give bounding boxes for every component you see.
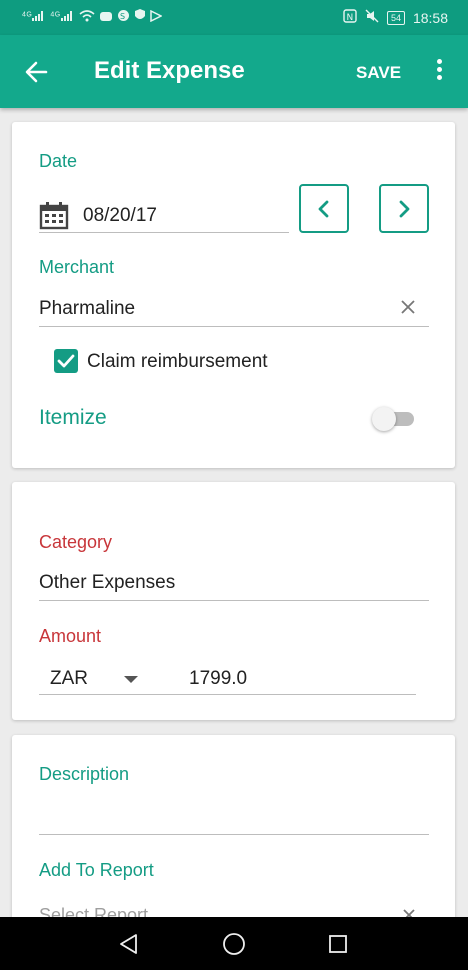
status-bar: 4G 4G S N 54 18:58 [0,0,468,35]
category-label: Category [39,532,113,552]
battery-icon: 54 [386,10,405,25]
recents-square-icon[interactable] [328,934,348,954]
calendar-icon[interactable] [39,202,69,230]
next-date-button[interactable] [379,184,429,233]
signal-icon: 4G [22,10,46,24]
save-button[interactable]: SAVE [356,63,401,83]
claim-reimbursement-label: Claim reimbursement [87,351,268,372]
dropdown-arrow-icon [124,676,138,683]
chevron-left-icon [318,200,329,218]
category-field[interactable]: Other Expenses [39,572,175,594]
wifi-icon [79,9,95,25]
add-to-report-label: Add To Report [39,860,154,880]
description-card: Description Add To Report Select Report [12,735,455,935]
play-store-icon [149,9,163,25]
claim-reimbursement-checkbox[interactable] [54,349,78,373]
description-label: Description [39,764,130,784]
mute-icon [365,9,379,26]
clock: 18:58 [412,9,448,26]
date-field[interactable]: 08/20/17 [83,205,157,227]
amount-card: Category Other Expenses Amount ZAR 1799.… [12,482,455,720]
currency-value: ZAR [50,668,88,689]
status-icons-left: 4G 4G S [22,9,163,25]
signal-label: 4G [50,11,61,19]
system-navigation-bar [0,917,468,970]
more-options-icon[interactable] [428,57,450,85]
checkmark-icon [57,354,75,368]
itemize-toggle[interactable] [372,406,416,432]
signal-label: 4G [22,11,33,19]
signal-icon: 4G [50,10,74,24]
toggle-thumb [372,407,396,431]
back-arrow-icon[interactable] [22,57,52,87]
nfc-icon: N [343,9,357,26]
back-triangle-icon[interactable] [118,933,140,955]
currency-dropdown[interactable]: ZAR [50,668,150,694]
itemize-label: Itemize [39,406,107,429]
merchant-input[interactable]: Pharmaline [39,298,135,320]
status-icons-right: N 54 18:58 [343,9,448,26]
app-notification-icon: S [117,9,130,25]
date-label: Date [39,151,78,171]
clear-merchant-icon[interactable] [400,299,416,315]
category-underline [39,600,429,601]
merchant-underline [39,326,429,327]
svg-text:N: N [346,13,353,23]
home-circle-icon[interactable] [222,932,246,956]
date-underline [39,232,289,233]
app-bar: Edit Expense SAVE [0,35,468,108]
amount-input[interactable]: 1799.0 [189,668,247,690]
svg-text:S: S [120,12,126,21]
shield-icon [134,9,146,25]
previous-date-button[interactable] [299,184,349,233]
amount-label: Amount [39,626,102,646]
amount-underline [39,694,416,695]
app-notification-icon [99,10,113,25]
page-title: Edit Expense [94,57,245,84]
details-card: Date 08/20/17 Merchant Pharmaline Claim … [12,122,455,468]
chevron-right-icon [399,200,410,218]
description-underline [39,834,429,835]
merchant-label: Merchant [39,257,115,277]
